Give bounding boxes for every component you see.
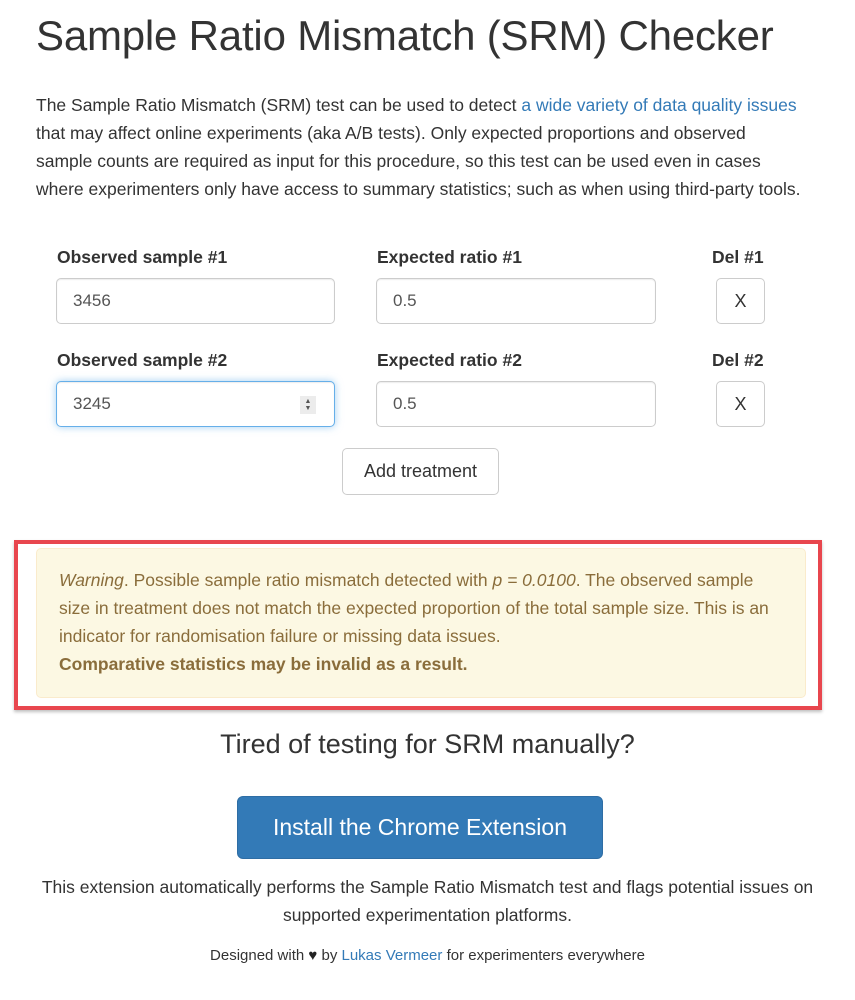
observed-sample-2-label: Observed sample #2	[57, 350, 228, 370]
footer-by: by	[321, 947, 338, 964]
add-treatment-button[interactable]: Add treatment	[342, 448, 499, 495]
delete-row-2-button[interactable]: X	[716, 381, 765, 427]
alert-bold-text: Comparative statistics may be invalid as…	[59, 654, 468, 674]
expected-ratio-1-label: Expected ratio #1	[377, 247, 522, 267]
alert-text-1: . Possible sample ratio mismatch detecte…	[123, 570, 493, 590]
footer: Designed with ♥ by Lukas Vermeer for exp…	[0, 947, 855, 964]
expected-ratio-1-input[interactable]: 0.5	[376, 278, 656, 324]
intro-text-2: that may affect online experiments (aka …	[36, 123, 801, 199]
expected-ratio-1-value: 0.5	[393, 291, 417, 310]
heart-icon: ♥	[308, 947, 318, 964]
expected-ratio-2-value: 0.5	[393, 394, 417, 413]
spin-down-icon[interactable]: ▼	[305, 405, 312, 412]
extension-description: This extension automatically performs th…	[41, 877, 814, 925]
page-title: Sample Ratio Mismatch (SRM) Checker	[36, 12, 774, 59]
observed-sample-1-input[interactable]: 3456	[56, 278, 335, 324]
srm-warning-alert: Warning. Possible sample ratio mismatch …	[36, 548, 806, 698]
author-link[interactable]: Lukas Vermeer	[342, 947, 443, 964]
number-spinner[interactable]: ▲ ▼	[300, 396, 316, 414]
warning-label: Warning	[59, 570, 124, 590]
close-icon: X	[734, 393, 747, 414]
delete-row-1-button[interactable]: X	[716, 278, 765, 324]
delete-1-label: Del #1	[712, 247, 764, 267]
observed-sample-1-label: Observed sample #1	[57, 247, 228, 267]
data-quality-issues-link[interactable]: a wide variety of data quality issues	[521, 95, 796, 115]
intro-text-1: The Sample Ratio Mismatch (SRM) test can…	[36, 95, 522, 115]
expected-ratio-2-input[interactable]: 0.5	[376, 381, 656, 427]
install-chrome-extension-button[interactable]: Install the Chrome Extension	[237, 796, 603, 859]
observed-sample-2-value: 3245	[73, 394, 111, 413]
observed-sample-2-input[interactable]: 3245 ▲ ▼	[56, 381, 335, 427]
observed-sample-1-value: 3456	[73, 291, 111, 310]
intro-paragraph: The Sample Ratio Mismatch (SRM) test can…	[36, 91, 806, 203]
p-value: p = 0.0100	[492, 570, 576, 590]
expected-ratio-2-label: Expected ratio #2	[377, 350, 522, 370]
spin-up-icon[interactable]: ▲	[305, 398, 312, 405]
footer-prefix: Designed with	[210, 947, 305, 964]
delete-2-label: Del #2	[712, 350, 764, 370]
close-icon: X	[734, 290, 747, 311]
cta-heading: Tired of testing for SRM manually?	[220, 729, 635, 759]
footer-suffix: for experimenters everywhere	[446, 947, 645, 964]
